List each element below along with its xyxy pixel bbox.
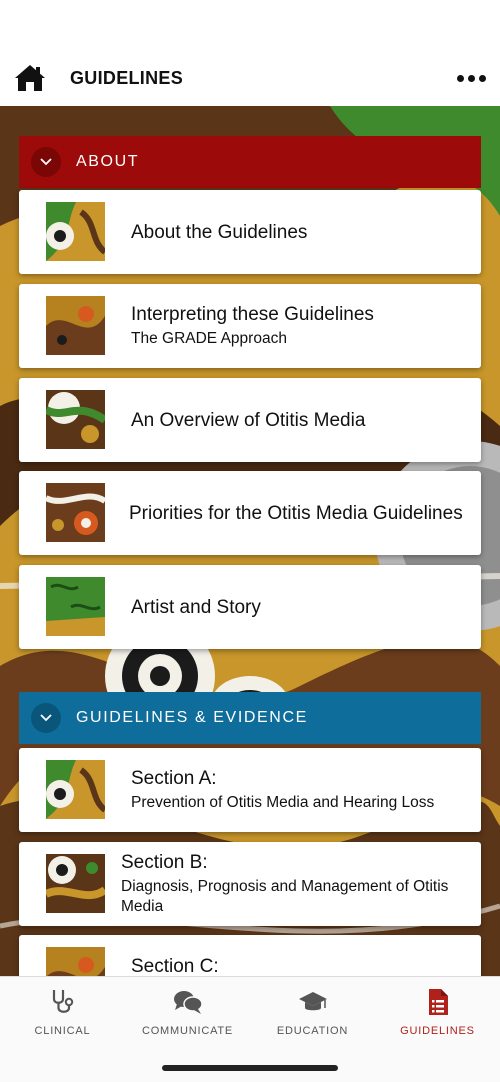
item-title: Section B:: [121, 852, 208, 873]
artwork-thumbnail: [46, 483, 105, 542]
chevron-down-icon: [40, 714, 52, 722]
more-dot-icon: [467, 74, 475, 82]
home-button[interactable]: [10, 58, 50, 98]
item-subtitle: The GRADE Approach: [131, 330, 287, 347]
graduation-cap-icon: [298, 992, 327, 1011]
item-subtitle: Prevention of Otitis Media and Hearing L…: [131, 794, 435, 811]
item-title: Interpreting these Guidelines: [131, 304, 374, 325]
tab-guidelines[interactable]: GUIDELINES: [375, 987, 500, 1047]
item-title: An Overview of Otitis Media: [131, 409, 366, 431]
tab-education[interactable]: EDUCATION: [250, 987, 375, 1047]
more-dot-icon: [456, 74, 464, 82]
tab-label: EDUCATION: [276, 1025, 349, 1037]
tab-label: COMMUNICATE: [141, 1025, 234, 1037]
section-header-about[interactable]: ABOUT: [19, 136, 481, 188]
chat-bubbles-icon: [173, 991, 203, 1014]
section-label: GUIDELINES & EVIDENCE: [76, 709, 308, 726]
chevron-down-icon: [40, 158, 52, 166]
list-item-section-a[interactable]: Section A: Prevention of Otitis Media an…: [19, 748, 481, 832]
more-dot-icon: [478, 74, 486, 82]
item-title: About the Guidelines: [131, 221, 308, 243]
item-title: Artist and Story: [131, 596, 261, 618]
artwork-thumbnail: [46, 390, 105, 449]
tab-communicate[interactable]: COMMUNICATE: [125, 987, 250, 1047]
list-item-interpreting-guidelines[interactable]: Interpreting these Guidelines The GRADE …: [19, 284, 481, 368]
status-bar: [0, 0, 500, 50]
more-options-button[interactable]: [454, 64, 488, 92]
collapse-toggle[interactable]: [31, 147, 61, 177]
list-item-artist-story[interactable]: Artist and Story: [19, 565, 481, 649]
collapse-toggle[interactable]: [31, 703, 61, 733]
tab-label: CLINICAL: [34, 1025, 91, 1037]
list-item-overview-otitis[interactable]: An Overview of Otitis Media: [19, 378, 481, 462]
home-icon: [15, 65, 45, 91]
list-item-about-guidelines[interactable]: About the Guidelines: [19, 190, 481, 274]
section-label: ABOUT: [76, 153, 140, 170]
app-header: GUIDELINES: [0, 50, 500, 106]
section-header-guidelines-evidence[interactable]: GUIDELINES & EVIDENCE: [19, 692, 481, 744]
tab-clinical[interactable]: CLINICAL: [0, 987, 125, 1047]
artwork-thumbnail: [46, 760, 105, 819]
item-title: Section A:: [131, 768, 217, 789]
artwork-thumbnail: [46, 296, 105, 355]
item-title: Section C:: [131, 956, 219, 977]
artwork-thumbnail: [46, 202, 105, 261]
item-title: Priorities for the Otitis Media Guidelin…: [129, 502, 463, 524]
artwork-thumbnail: [46, 577, 105, 636]
document-list-icon: [428, 989, 448, 1015]
stethoscope-icon: [52, 990, 73, 1013]
page-title: GUIDELINES: [70, 67, 184, 88]
home-indicator: [162, 1065, 338, 1071]
artwork-thumbnail: [46, 854, 105, 913]
tab-label: GUIDELINES: [400, 1025, 475, 1037]
list-item-section-b[interactable]: Section B: Diagnosis, Prognosis and Mana…: [19, 842, 481, 926]
list-item-priorities[interactable]: Priorities for the Otitis Media Guidelin…: [19, 471, 481, 555]
item-subtitle: Diagnosis, Prognosis and Management of O…: [121, 878, 449, 915]
